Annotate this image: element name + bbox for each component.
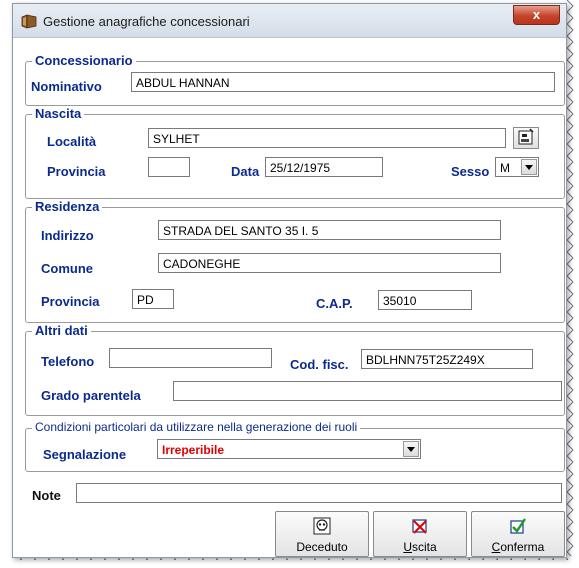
group-altri-dati: Altri dati (25, 323, 565, 416)
legend-residenza: Residenza (32, 199, 103, 214)
cap-label: C.A.P. (316, 296, 353, 311)
telefono-field[interactable] (109, 348, 272, 368)
nominativo-field[interactable]: ABDUL HANNAN (131, 72, 555, 92)
provincia-nascita-field[interactable] (148, 157, 190, 177)
comune-label: Comune (41, 261, 93, 276)
title-bar[interactable]: Gestione anagrafiche concessionari x (13, 4, 566, 38)
lookup-icon (518, 128, 534, 145)
conferma-label: Conferma (491, 540, 545, 554)
checkmark-icon (510, 518, 526, 534)
deceduto-label: Deceduto (296, 540, 348, 554)
codfisc-label: Cod. fisc. (290, 357, 349, 372)
localita-field[interactable]: SYLHET (148, 128, 506, 148)
uscita-accelerator: U (403, 540, 412, 554)
comune-field[interactable]: CADONEGHE (158, 253, 501, 273)
grado-parentela-label: Grado parentela (41, 388, 141, 403)
exit-icon (412, 519, 427, 534)
uscita-label: Uscita (403, 540, 437, 554)
legend-altri-dati: Altri dati (32, 323, 91, 338)
legend-concessionario: Concessionario (32, 53, 136, 68)
provincia-residenza-field[interactable]: PD (132, 289, 174, 309)
uscita-button[interactable]: Uscita (373, 511, 467, 557)
deceduto-button[interactable]: Deceduto (275, 511, 369, 557)
data-label: Data (231, 164, 260, 179)
close-button[interactable]: x (513, 5, 560, 25)
segnalazione-select[interactable]: Irreperibile (157, 439, 421, 459)
note-label: Note (32, 488, 61, 503)
indirizzo-field[interactable]: STRADA DEL SANTO 35 I. 5 (158, 220, 501, 240)
grado-parentela-field[interactable] (173, 381, 562, 401)
legend-nascita: Nascita (32, 106, 85, 121)
conferma-button[interactable]: Conferma (471, 511, 565, 557)
codfisc-field[interactable]: BDLHNN75T25Z249X (361, 349, 533, 369)
telefono-label: Telefono (41, 354, 95, 369)
dialog-window: Gestione anagrafiche concessionari x Con… (12, 3, 567, 558)
sesso-value: M (500, 161, 510, 175)
localita-label: Località (47, 134, 97, 149)
nominativo-label: Nominativo (31, 79, 102, 94)
sesso-label: Sesso (451, 164, 490, 179)
window-title: Gestione anagrafiche concessionari (43, 14, 250, 29)
indirizzo-label: Indirizzo (41, 228, 94, 243)
background-window-edge (565, 0, 579, 568)
data-field[interactable]: 25/12/1975 (265, 157, 383, 177)
lookup-button[interactable] (513, 127, 539, 149)
note-field[interactable] (76, 483, 562, 503)
cap-field[interactable]: 35010 (378, 290, 472, 310)
chevron-down-icon[interactable] (521, 159, 537, 175)
segnalazione-label: Segnalazione (43, 447, 127, 462)
provincia-residenza-label: Provincia (41, 294, 100, 309)
sesso-select[interactable]: M (495, 157, 539, 177)
chevron-down-icon[interactable] (403, 441, 419, 457)
skull-icon (313, 517, 331, 535)
conferma-accelerator: C (491, 540, 501, 554)
folder-stack-icon (21, 14, 37, 29)
provincia-nascita-label: Provincia (47, 164, 106, 179)
legend-condizioni: Condizioni particolari da utilizzare nel… (32, 420, 361, 434)
segnalazione-value: Irreperibile (162, 443, 225, 457)
